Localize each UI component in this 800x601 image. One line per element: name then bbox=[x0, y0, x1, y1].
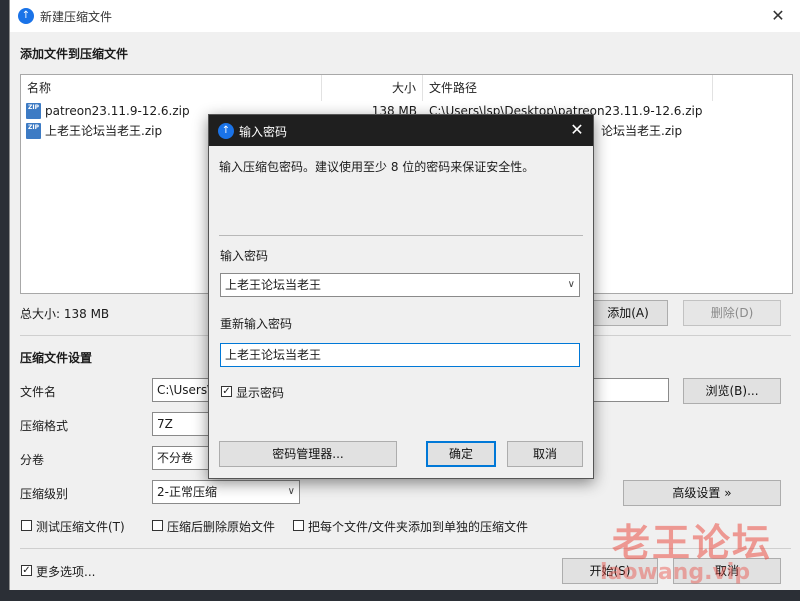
column-header-size[interactable]: 大小 bbox=[322, 75, 423, 101]
dialog-titlebar: ↑ 输入密码 ✕ bbox=[209, 115, 593, 146]
file-name: 上老王论坛当老王.zip bbox=[45, 124, 163, 138]
confirm-password-input[interactable]: 上老王论坛当老王 bbox=[220, 343, 580, 367]
show-password-label[interactable]: 显示密码 bbox=[236, 384, 284, 401]
format-label: 压缩格式 bbox=[20, 419, 69, 433]
column-header-path[interactable]: 文件路径 bbox=[423, 75, 713, 101]
more-options-label[interactable]: 更多选项... bbox=[36, 563, 95, 580]
delete-button[interactable]: 删除(D) bbox=[683, 300, 781, 326]
delete-originals-label[interactable]: 压缩后删除原始文件 bbox=[167, 518, 275, 535]
level-label: 压缩级别 bbox=[20, 487, 69, 501]
chevron-down-icon: ∨ bbox=[287, 486, 295, 497]
dialog-title: 输入密码 bbox=[239, 125, 288, 139]
split-label: 分卷 bbox=[20, 453, 45, 467]
file-name: patreon23.11.9-12.6.zip bbox=[45, 104, 190, 118]
total-size: 总大小: 138 MB bbox=[20, 307, 110, 321]
password-label: 输入密码 bbox=[220, 249, 269, 263]
level-value: 2-正常压缩 bbox=[157, 485, 217, 499]
chevron-down-icon[interactable]: ∨ bbox=[568, 274, 575, 296]
divider bbox=[219, 235, 583, 236]
more-options-checkbox[interactable]: ✓ bbox=[21, 565, 32, 576]
split-value: 不分卷 bbox=[157, 451, 194, 465]
password-manager-button[interactable]: 密码管理器... bbox=[219, 441, 397, 467]
dialog-cancel-button[interactable]: 取消 bbox=[507, 441, 583, 467]
separate-archives-label[interactable]: 把每个文件/文件夹添加到单独的压缩文件 bbox=[308, 518, 528, 535]
app-logo-icon: ↑ bbox=[218, 123, 234, 139]
format-value: 7Z bbox=[157, 417, 173, 431]
add-button[interactable]: 添加(A) bbox=[588, 300, 668, 326]
dialog-close-button[interactable]: ✕ bbox=[563, 118, 591, 142]
ok-button[interactable]: 确定 bbox=[426, 441, 496, 467]
column-header-name[interactable]: 名称 bbox=[21, 75, 322, 101]
zip-file-icon: ZIP bbox=[26, 123, 41, 139]
window-title: 新建压缩文件 bbox=[40, 10, 113, 24]
file-path: 论坛当老王.zip bbox=[601, 124, 683, 138]
app-logo-icon: ↑ bbox=[18, 8, 34, 24]
browse-button[interactable]: 浏览(B)... bbox=[683, 378, 781, 404]
password-dialog: ↑ 输入密码 ✕ 输入压缩包密码。建议使用至少 8 位的密码来保证安全性。 输入… bbox=[208, 114, 594, 479]
watermark-text: 老王论坛 bbox=[612, 521, 773, 565]
password-value: 上老王论坛当老王 bbox=[225, 278, 322, 292]
advanced-settings-button[interactable]: 高级设置 » bbox=[623, 480, 781, 506]
settings-heading: 压缩文件设置 bbox=[20, 351, 93, 365]
zip-file-icon: ZIP bbox=[26, 103, 41, 119]
add-files-heading: 添加文件到压缩文件 bbox=[20, 47, 129, 61]
dialog-description: 输入压缩包密码。建议使用至少 8 位的密码来保证安全性。 bbox=[219, 160, 535, 174]
test-archive-label[interactable]: 测试压缩文件(T) bbox=[36, 518, 125, 535]
level-select[interactable]: 2-正常压缩 ∨ bbox=[152, 480, 300, 504]
window-close-button[interactable]: ✕ bbox=[764, 4, 792, 28]
confirm-password-label: 重新输入密码 bbox=[220, 317, 293, 331]
password-input[interactable]: 上老王论坛当老王 ∨ bbox=[220, 273, 580, 297]
watermark-url: laowang.vip bbox=[600, 560, 751, 585]
delete-originals-checkbox[interactable] bbox=[152, 520, 163, 531]
main-titlebar: ↑ 新建压缩文件 ✕ bbox=[10, 0, 800, 32]
filename-label: 文件名 bbox=[20, 385, 57, 399]
separate-archives-checkbox[interactable] bbox=[293, 520, 304, 531]
show-password-checkbox[interactable]: ✓ bbox=[221, 386, 232, 397]
test-archive-checkbox[interactable] bbox=[21, 520, 32, 531]
